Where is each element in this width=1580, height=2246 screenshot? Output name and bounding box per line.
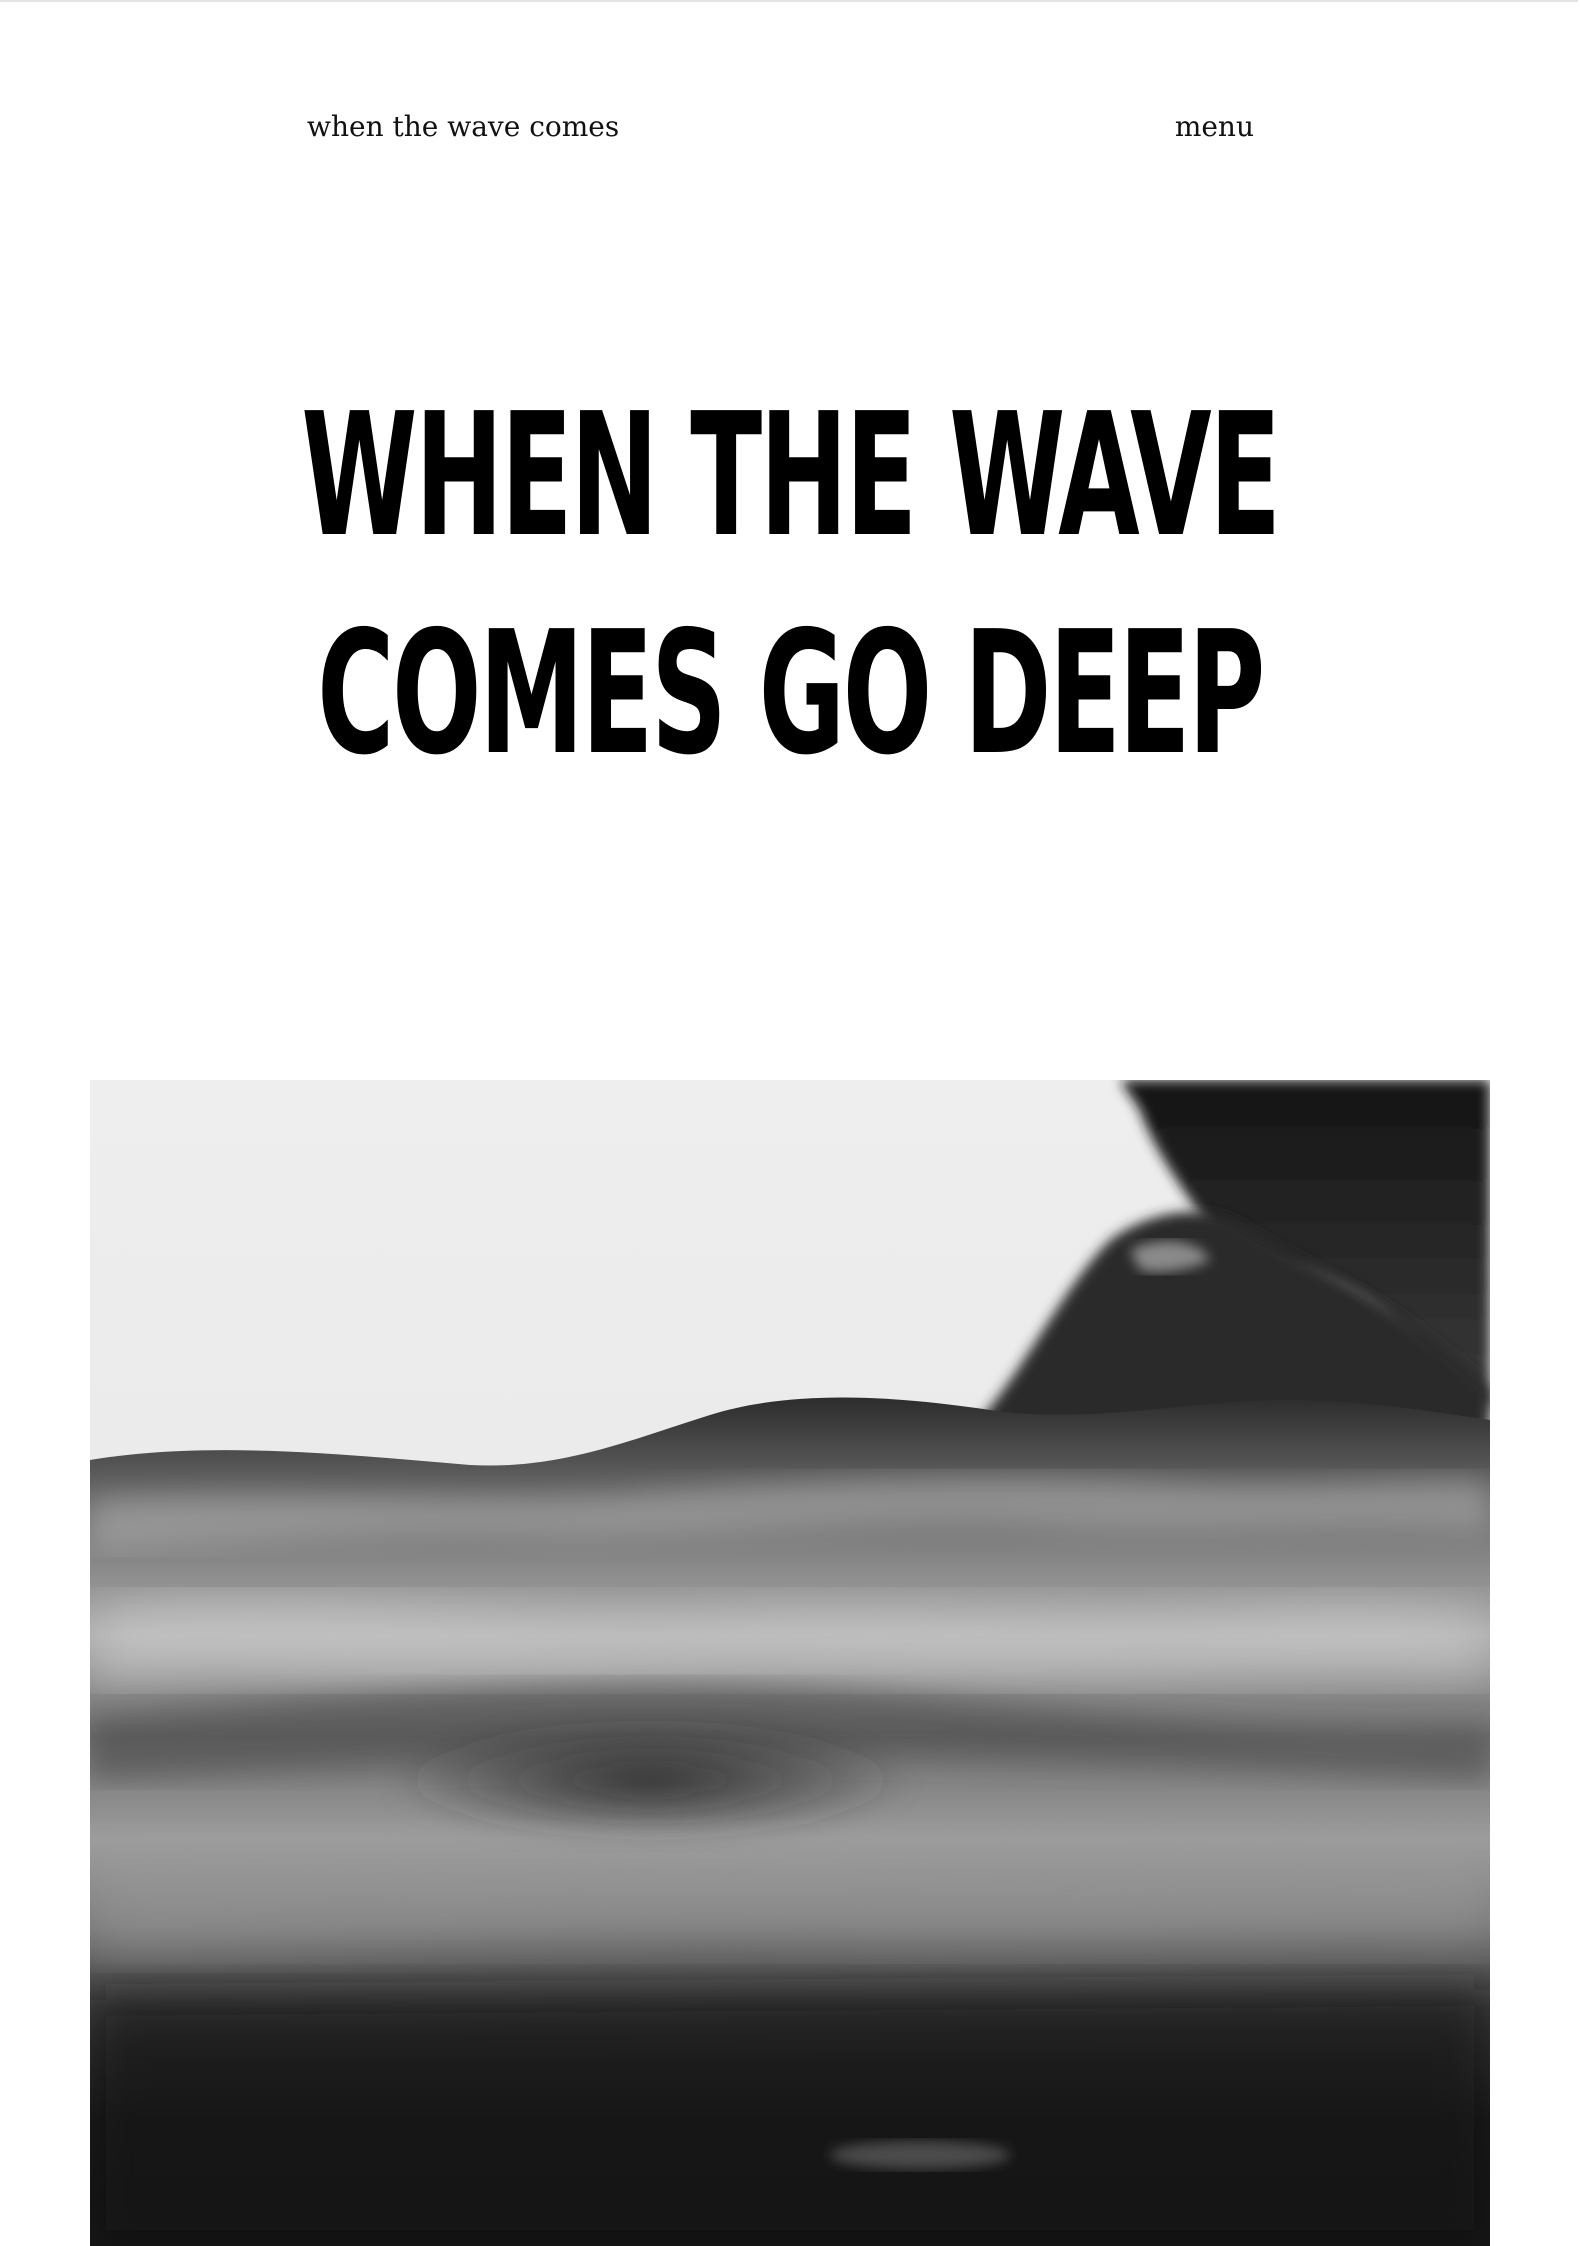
- site-header: when the wave comes menu: [307, 110, 1254, 143]
- hero-headline: WHEN THE WAVE COMES GO DEEP: [300, 367, 1281, 803]
- menu-button[interactable]: menu: [1175, 110, 1254, 143]
- headline-line-2: COMES GO DEEP: [317, 595, 1265, 793]
- page: when the wave comes menu WHEN THE WAVE C…: [0, 0, 1578, 2246]
- wave-photo-illustration: [90, 1080, 1490, 2246]
- site-title-link[interactable]: when the wave comes: [307, 110, 619, 143]
- headline-line-1: WHEN THE WAVE: [301, 377, 1281, 575]
- hero-wave-photo: [90, 1080, 1490, 2246]
